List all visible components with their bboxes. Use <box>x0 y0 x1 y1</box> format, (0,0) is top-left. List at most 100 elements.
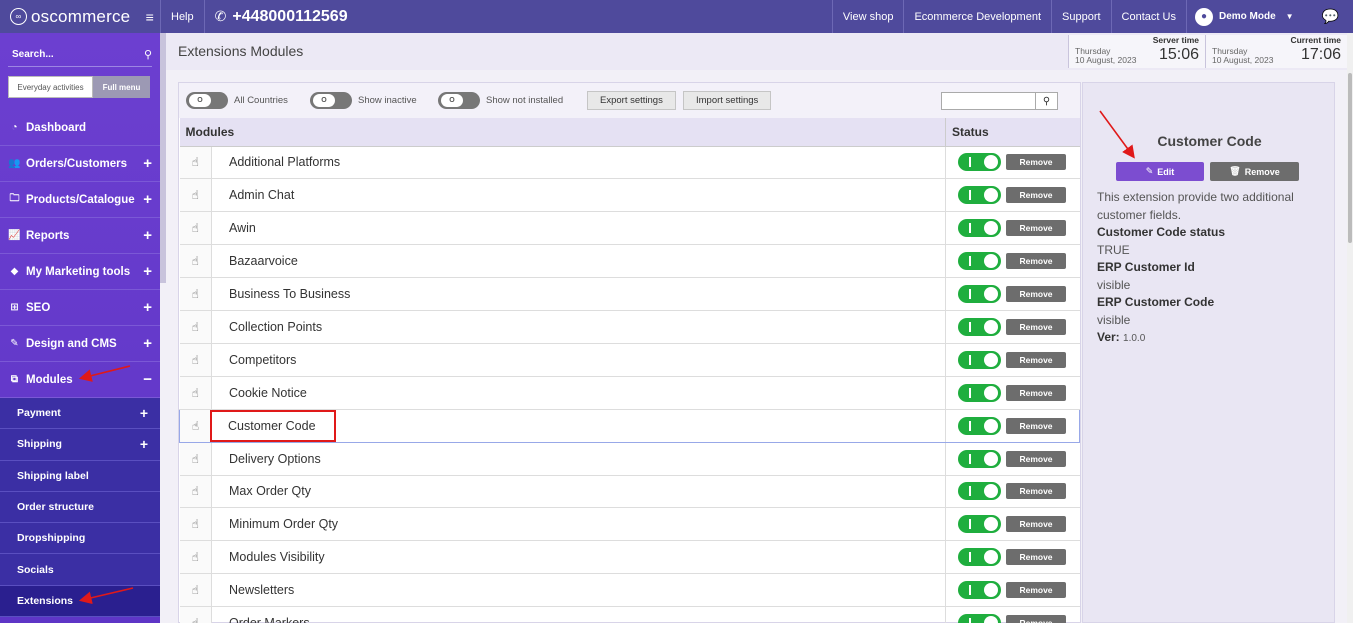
sidebar-item-design-cms[interactable]: ✎ Design and CMS + <box>0 326 160 362</box>
sidebar-item-dashboard[interactable]: ◔ Dashboard <box>0 110 160 146</box>
module-name-cell[interactable]: Collection Points <box>211 310 946 344</box>
remove-module-button[interactable]: Remove <box>1006 351 1066 368</box>
sidebar-item-reports[interactable]: 📈 Reports + <box>0 218 160 254</box>
remove-module-button[interactable]: Remove <box>1006 154 1066 171</box>
user-menu[interactable]: ● Demo Mode ▼ <box>1185 0 1302 33</box>
drag-handle-icon[interactable]: ☝ <box>179 507 212 542</box>
remove-module-button[interactable]: Remove <box>1006 516 1066 533</box>
sidebar-item-orders-customers[interactable]: 👥 Orders/Customers + <box>0 146 160 182</box>
table-row[interactable]: ☝ Business To Business Remove <box>179 277 1080 311</box>
edit-button[interactable]: ✎ Edit <box>1116 162 1204 181</box>
sidebar-subitem-order-structure[interactable]: Order structure <box>0 492 160 524</box>
sidebar-subitem-extensions[interactable]: Extensions <box>0 585 160 618</box>
drag-handle-icon[interactable]: ☝ <box>179 178 212 213</box>
sidebar-subitem-shipping-label[interactable]: Shipping label <box>0 461 160 492</box>
sidebar-scrollbar[interactable] <box>160 33 166 283</box>
toggle-switch[interactable] <box>186 92 228 109</box>
module-name-cell[interactable]: Customer Code <box>210 408 946 443</box>
remove-module-button[interactable]: Remove <box>1006 220 1066 237</box>
drag-handle-icon[interactable]: ☝ <box>179 376 212 410</box>
sidebar-subitem-shipping[interactable]: Shipping + <box>0 429 160 461</box>
status-toggle[interactable] <box>958 515 1001 534</box>
expand-icon[interactable]: + <box>143 299 152 316</box>
status-column-header[interactable]: Status <box>945 118 1080 147</box>
import-settings-button[interactable]: Import settings <box>683 91 772 110</box>
drag-handle-icon[interactable]: ☝ <box>179 475 212 509</box>
remove-module-button[interactable]: Remove <box>1006 286 1066 302</box>
expand-icon[interactable]: + <box>140 405 148 421</box>
remove-module-button[interactable]: Remove <box>1006 582 1066 599</box>
all-countries-toggle[interactable]: All Countries <box>186 92 288 109</box>
toggle-switch[interactable] <box>310 92 352 109</box>
status-toggle[interactable] <box>958 416 1001 435</box>
status-toggle[interactable] <box>958 548 1001 567</box>
remove-module-button[interactable]: Remove <box>1006 483 1066 500</box>
brand-logo[interactable]: ∞ oscommerce ≡ <box>0 0 160 33</box>
module-name-cell[interactable]: Newsletters <box>211 573 946 608</box>
drag-handle-icon[interactable]: ☝ <box>179 146 212 180</box>
chat-icon[interactable]: 💬 <box>1302 0 1353 33</box>
sidebar-subitem-socials[interactable]: Socials <box>0 554 160 586</box>
status-toggle[interactable] <box>958 285 1001 303</box>
table-row[interactable]: ☝ Delivery Options Remove <box>179 442 1080 476</box>
status-toggle[interactable] <box>958 383 1001 402</box>
hamburger-icon[interactable]: ≡ <box>146 9 154 25</box>
toggle-switch[interactable] <box>438 92 480 109</box>
table-row[interactable]: ☝ Bazaarvoice Remove <box>179 244 1080 279</box>
drag-handle-icon[interactable]: ☝ <box>179 408 212 443</box>
module-name-cell[interactable]: Max Order Qty <box>211 475 946 509</box>
table-row[interactable]: ☝ Customer Code Remove <box>179 408 1080 443</box>
ecommerce-development-link[interactable]: Ecommerce Development <box>903 0 1051 33</box>
drag-handle-icon[interactable]: ☝ <box>179 606 212 623</box>
status-toggle[interactable] <box>958 186 1001 205</box>
sidebar-subitem-dropshipping[interactable]: Dropshipping <box>0 523 160 555</box>
expand-icon[interactable]: + <box>143 335 152 352</box>
status-toggle[interactable] <box>958 317 1001 336</box>
search-icon[interactable]: ⚲ <box>1035 93 1057 109</box>
module-name-cell[interactable]: Modules Visibility <box>211 540 946 575</box>
table-row[interactable]: ☝ Awin Remove <box>179 211 1080 246</box>
everyday-activities-button[interactable]: Everyday activities <box>8 76 93 98</box>
table-row[interactable]: ☝ Order Markers Remove <box>179 606 1080 623</box>
sidebar-item-marketing-tools[interactable]: ◆ My Marketing tools + <box>0 254 160 290</box>
sidebar-item-products-catalogue[interactable]: 🗀 Products/Catalogue + <box>0 182 160 218</box>
sidebar-item-modules[interactable]: ⧉ Modules − <box>0 362 160 398</box>
table-row[interactable]: ☝ Admin Chat Remove <box>179 178 1080 213</box>
page-scrollbar[interactable] <box>1347 33 1353 623</box>
remove-module-button[interactable]: Remove <box>1006 615 1066 623</box>
status-toggle[interactable] <box>958 350 1001 369</box>
module-name-cell[interactable]: Admin Chat <box>211 178 946 213</box>
remove-module-button[interactable]: Remove <box>1006 417 1066 434</box>
expand-icon[interactable]: + <box>143 263 152 280</box>
module-name-cell[interactable]: Additional Platforms <box>211 146 946 180</box>
status-toggle[interactable] <box>958 449 1001 468</box>
remove-module-button[interactable]: Remove <box>1006 253 1066 270</box>
expand-icon[interactable]: + <box>143 191 152 208</box>
show-inactive-toggle[interactable]: Show inactive <box>310 92 417 109</box>
status-toggle[interactable] <box>958 252 1001 271</box>
sidebar-search[interactable]: Search... ⚲ <box>8 43 152 67</box>
status-toggle[interactable] <box>958 153 1001 172</box>
module-name-cell[interactable]: Delivery Options <box>211 442 946 476</box>
module-name-cell[interactable]: Cookie Notice <box>211 376 946 410</box>
expand-icon[interactable]: + <box>143 155 152 172</box>
table-row[interactable]: ☝ Max Order Qty Remove <box>179 475 1080 509</box>
remove-module-button[interactable]: Remove <box>1006 187 1066 204</box>
drag-handle-icon[interactable]: ☝ <box>179 442 212 476</box>
table-row[interactable]: ☝ Collection Points Remove <box>179 310 1080 344</box>
status-toggle[interactable] <box>958 581 1001 600</box>
status-toggle[interactable] <box>958 614 1001 623</box>
contact-us-link[interactable]: Contact Us <box>1110 0 1186 33</box>
table-row[interactable]: ☝ Additional Platforms Remove <box>179 146 1080 180</box>
collapse-icon[interactable]: − <box>143 371 152 388</box>
drag-handle-icon[interactable]: ☝ <box>179 540 212 575</box>
drag-handle-icon[interactable]: ☝ <box>179 343 212 377</box>
expand-icon[interactable]: + <box>140 436 148 452</box>
table-row[interactable]: ☝ Minimum Order Qty Remove <box>179 507 1080 542</box>
drag-handle-icon[interactable]: ☝ <box>179 244 212 279</box>
full-menu-button[interactable]: Full menu <box>93 76 150 98</box>
modules-column-header[interactable]: Modules <box>179 118 946 147</box>
module-name-cell[interactable]: Business To Business <box>211 277 946 311</box>
help-link[interactable]: Help <box>160 0 204 33</box>
view-shop-link[interactable]: View shop <box>831 0 904 33</box>
